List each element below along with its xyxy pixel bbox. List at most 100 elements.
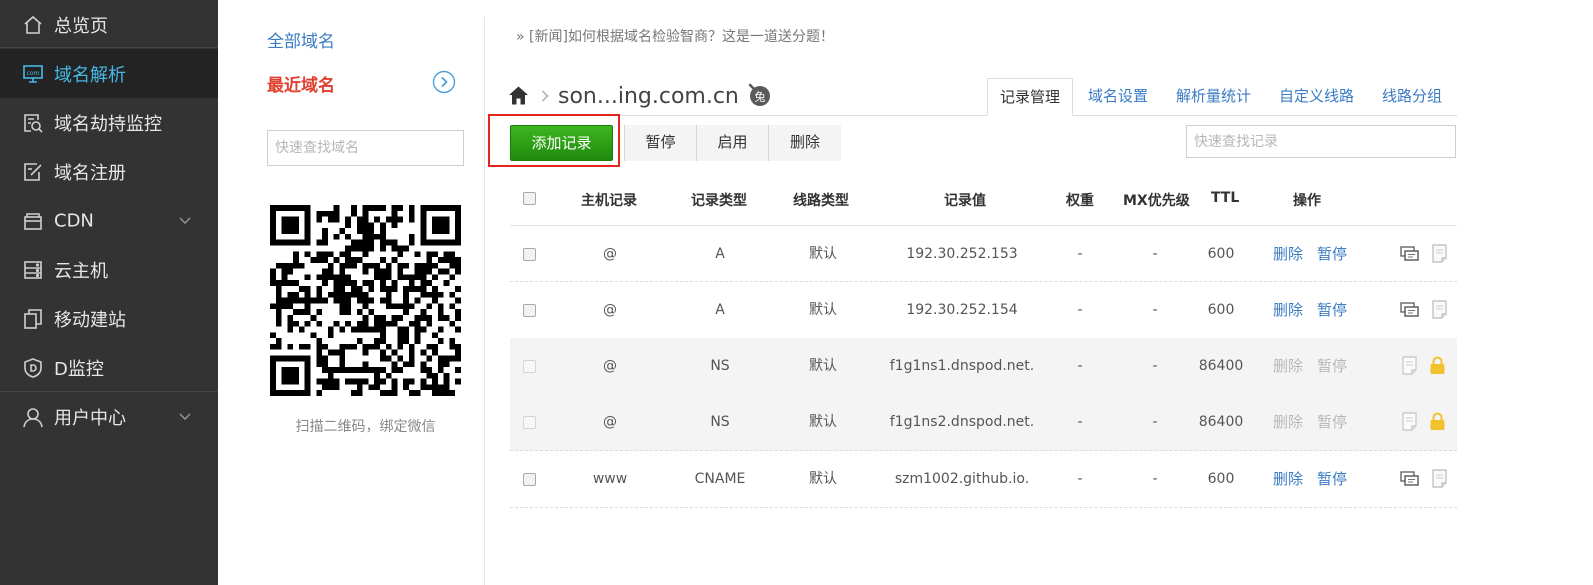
row-delete-link[interactable]: 删除 — [1273, 226, 1303, 283]
news-link[interactable]: » [新闻]如何根据域名检验智商？这是一道送分题！ — [516, 26, 834, 46]
wechat-qr-code — [270, 205, 461, 396]
column-header-weight: 权重 — [1066, 193, 1094, 209]
nav-item-d-monitor[interactable]: D监控 — [0, 343, 218, 392]
cell-line: 默认 — [809, 471, 837, 487]
nav-item-mobile-site[interactable]: 移动建站 — [0, 294, 218, 343]
row-delete-link[interactable]: 删除 — [1273, 451, 1303, 508]
nav-item-overview[interactable]: 总览页 — [0, 0, 218, 49]
remark-icon[interactable] — [1400, 301, 1420, 319]
delete-button[interactable]: 删除 — [768, 125, 841, 161]
breadcrumb-chevron-icon — [542, 90, 549, 102]
row-pause-link[interactable]: 暂停 — [1317, 282, 1347, 339]
nav-item-user-center[interactable]: 用户中心 — [0, 392, 218, 441]
svg-text:com: com — [27, 70, 40, 77]
lock-icon — [1430, 412, 1445, 430]
column-header-ttl: TTL — [1211, 190, 1240, 206]
cell-type: A — [715, 246, 725, 262]
record-search-input[interactable] — [1186, 125, 1456, 158]
cdn-icon — [24, 212, 42, 230]
note-icon[interactable] — [1431, 469, 1448, 488]
nav-item-cloud-host[interactable]: 云主机 — [0, 245, 218, 294]
cell-value: szm1002.github.io. — [894, 471, 1030, 487]
row-pause-link[interactable]: 暂停 — [1317, 451, 1347, 508]
table-row: @ NS 默认 f1g1ns1.dnspod.net. - - 86400 删除 暂停 — [510, 338, 1457, 395]
nav-label: 总览页 — [54, 15, 108, 37]
nav-item-domain-register[interactable]: 域名注册 — [0, 147, 218, 196]
tab-domain-settings[interactable]: 域名设置 — [1083, 78, 1153, 116]
chevron-down-icon — [179, 413, 191, 420]
cell-host: @ — [603, 246, 617, 262]
nav-label: 移动建站 — [54, 309, 126, 331]
nav-item-dns[interactable]: com 域名解析 — [0, 49, 218, 98]
nav-label: 用户中心 — [54, 407, 126, 429]
cell-line: 默认 — [809, 302, 837, 318]
nav-label: 域名劫持监控 — [54, 113, 162, 135]
home-icon[interactable] — [508, 85, 529, 106]
note-icon — [1402, 356, 1417, 375]
remark-icon[interactable] — [1400, 470, 1420, 488]
circle-arrow-right-icon[interactable] — [432, 70, 456, 94]
column-header-line: 线路类型 — [793, 193, 849, 209]
cell-line: 默认 — [809, 246, 837, 262]
nav-label: 域名注册 — [54, 162, 126, 184]
note-icon[interactable] — [1431, 244, 1448, 263]
nav-label: D监控 — [54, 358, 104, 380]
column-header-value: 记录值 — [944, 193, 986, 209]
tab-line-groups[interactable]: 线路分组 — [1377, 78, 1447, 116]
cell-type: A — [715, 302, 725, 318]
note-icon — [1402, 412, 1417, 431]
row-checkbox[interactable] — [523, 304, 536, 317]
cell-host: @ — [603, 358, 617, 374]
domain-search-input[interactable] — [267, 130, 464, 166]
cell-ttl: 600 — [1207, 246, 1235, 262]
row-pause-link: 暂停 — [1317, 357, 1348, 375]
rabbit-badge-icon[interactable]: 兔 — [746, 82, 772, 108]
highlight-box — [488, 114, 620, 167]
cell-ttl: 600 — [1207, 471, 1235, 487]
tab-record-management[interactable]: 记录管理 — [987, 78, 1073, 116]
nav-item-hijack-monitor[interactable]: 域名劫持监控 — [0, 98, 218, 147]
cell-weight: - — [1077, 471, 1083, 487]
table-row: www CNAME 默认 szm1002.github.io. - - 600 删除 暂停 — [510, 451, 1457, 508]
cell-weight: - — [1077, 246, 1083, 262]
remark-icon[interactable] — [1400, 245, 1420, 263]
cell-line: 默认 — [809, 414, 837, 430]
batch-action-group: 暂停 启用 删除 — [624, 125, 841, 161]
cell-weight: - — [1077, 414, 1083, 430]
recent-domains-heading: 最近域名 — [267, 76, 335, 96]
enable-button[interactable]: 启用 — [696, 125, 768, 161]
tab-custom-lines[interactable]: 自定义线路 — [1273, 78, 1360, 116]
row-checkbox[interactable] — [523, 473, 536, 486]
shield-icon — [24, 357, 42, 378]
column-header-type: 记录类型 — [691, 193, 747, 209]
cell-value: f1g1ns2.dnspod.net. — [889, 414, 1035, 430]
row-checkbox[interactable] — [523, 248, 536, 261]
cell-type: CNAME — [694, 471, 746, 487]
chevron-down-icon — [179, 217, 191, 224]
cell-line: 默认 — [809, 358, 837, 374]
row-pause-link[interactable]: 暂停 — [1317, 226, 1347, 283]
row-delete-link: 删除 — [1273, 357, 1304, 375]
cell-ttl: 600 — [1207, 302, 1235, 318]
row-delete-link[interactable]: 删除 — [1273, 282, 1303, 339]
user-icon — [23, 407, 43, 427]
cell-value: f1g1ns1.dnspod.net. — [889, 358, 1035, 374]
panel-divider — [484, 17, 485, 585]
cell-value: 192.30.252.153 — [906, 246, 1018, 262]
nav-item-cdn[interactable]: CDN — [0, 196, 218, 245]
column-header-host: 主机记录 — [581, 193, 637, 209]
cell-host: @ — [603, 302, 617, 318]
row-pause-link: 暂停 — [1317, 413, 1348, 431]
row-delete-link: 删除 — [1273, 413, 1304, 431]
cell-mx: - — [1152, 302, 1158, 318]
pause-button[interactable]: 暂停 — [625, 125, 696, 161]
cell-ttl: 86400 — [1198, 414, 1244, 430]
cell-mx: - — [1152, 471, 1158, 487]
all-domains-link[interactable]: 全部域名 — [267, 27, 335, 52]
cell-mx: - — [1152, 246, 1158, 262]
table-row: @ NS 默认 f1g1ns2.dnspod.net. - - 86400 删除 暂停 — [510, 394, 1457, 451]
select-all-checkbox[interactable] — [523, 192, 536, 205]
note-icon[interactable] — [1431, 300, 1448, 319]
cell-type: NS — [710, 414, 730, 430]
tab-resolve-stats[interactable]: 解析量统计 — [1170, 78, 1257, 116]
